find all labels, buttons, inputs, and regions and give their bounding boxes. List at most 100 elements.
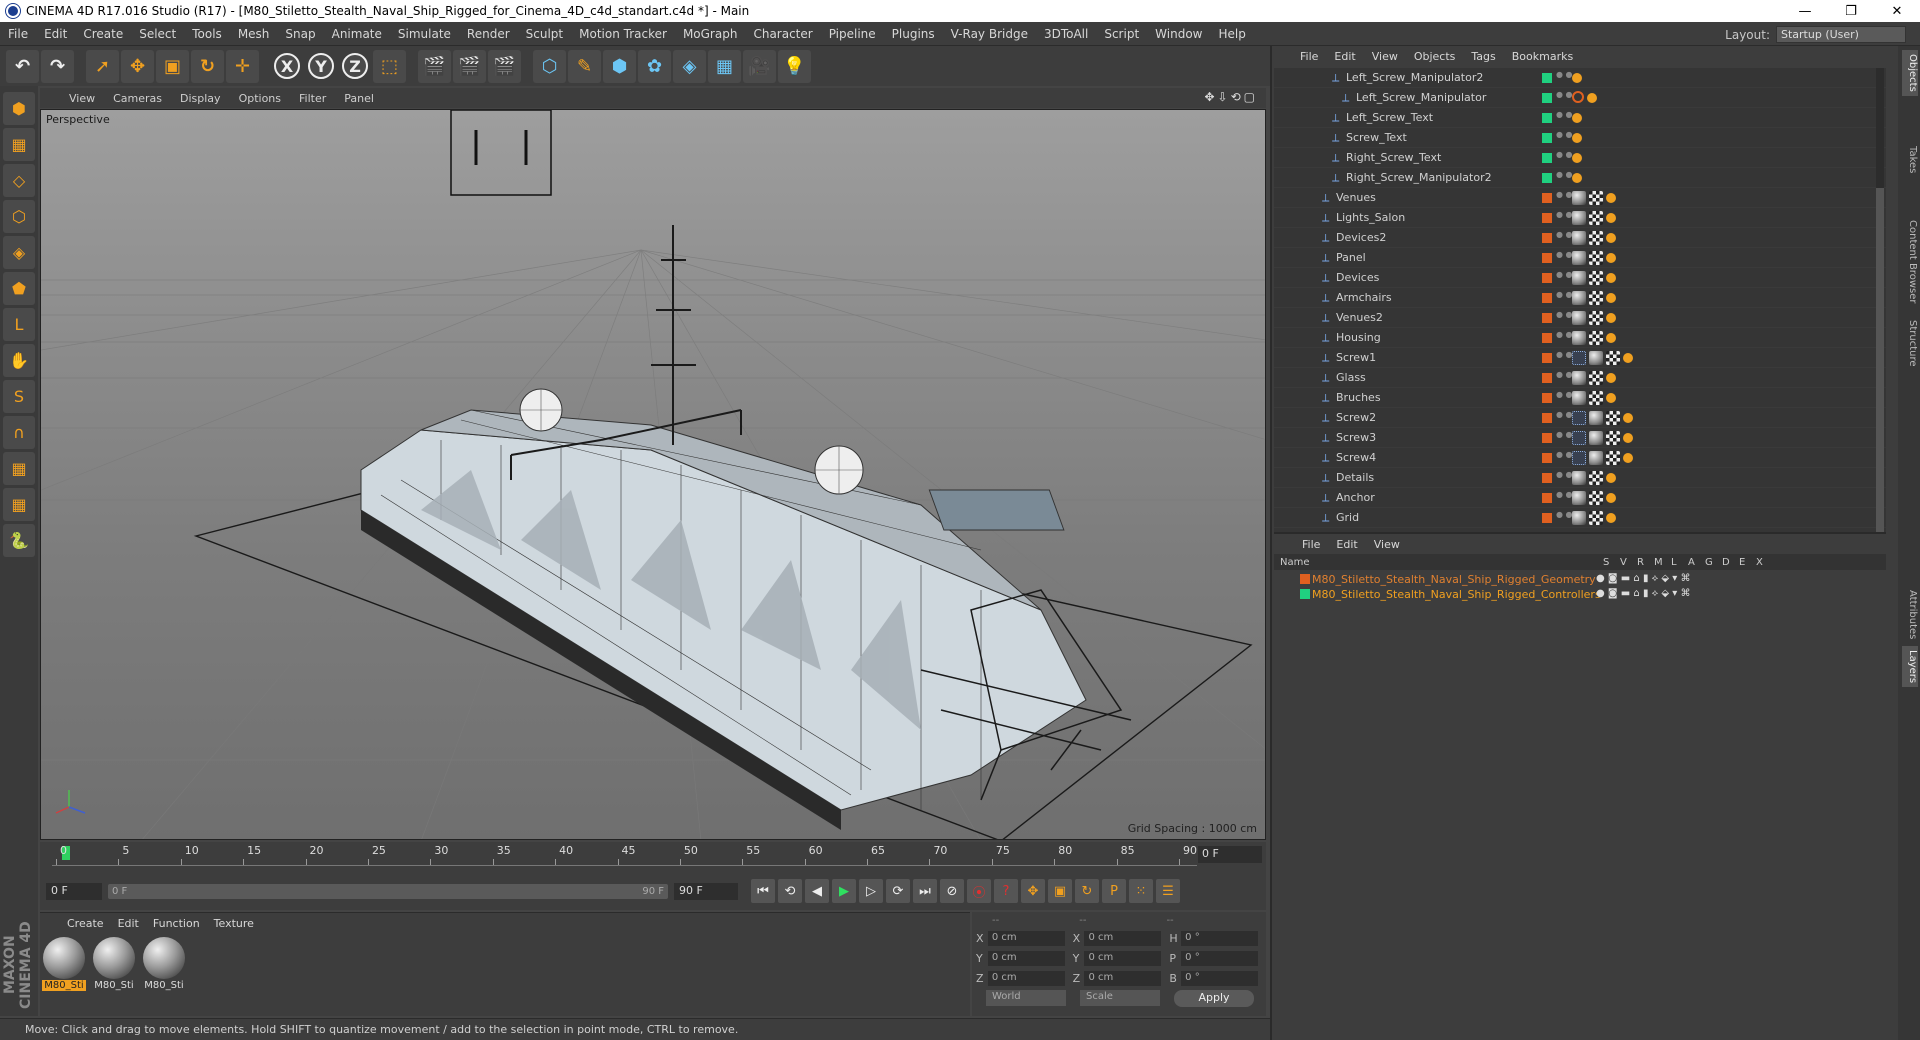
visibility-dots[interactable]: ● ●: [1556, 471, 1573, 479]
menu-snap[interactable]: Snap: [277, 27, 323, 41]
material-item[interactable]: M80_Sti: [92, 937, 136, 991]
ik-tag-icon[interactable]: [1606, 233, 1616, 243]
material-tag-icon[interactable]: [1572, 471, 1586, 485]
light-icon[interactable]: 💡: [778, 49, 811, 83]
visibility-dots[interactable]: ● ●: [1556, 171, 1573, 179]
rotation-field[interactable]: 0 °: [1181, 970, 1259, 986]
object-row[interactable]: ⟂ Right_Screw_Manipulator2 ● ●: [1274, 168, 1886, 188]
layer-color-swatch[interactable]: [1542, 253, 1552, 263]
material-tag-icon[interactable]: [1572, 511, 1586, 525]
object-row[interactable]: ⟂ Left_Screw_Manipulator ● ●: [1274, 88, 1886, 108]
ik-tag-icon[interactable]: [1572, 73, 1582, 83]
object-row[interactable]: ⟂ Lights_Salon ● ●: [1274, 208, 1886, 228]
redo-icon[interactable]: ↷: [41, 49, 74, 83]
texture-tag-icon[interactable]: [1589, 371, 1603, 385]
go-start-icon[interactable]: ⏮: [751, 879, 775, 903]
rotate-key-icon[interactable]: ↻: [1075, 879, 1099, 903]
play-icon[interactable]: ▶: [832, 879, 856, 903]
material-tag-icon[interactable]: [1589, 351, 1603, 365]
side-tab-objects[interactable]: Objects: [1902, 50, 1918, 96]
material-tag-icon[interactable]: [1572, 391, 1586, 405]
layout-dropdown[interactable]: Startup (User): [1776, 26, 1906, 43]
visibility-dots[interactable]: ● ●: [1556, 491, 1573, 499]
x-axis-icon[interactable]: X: [274, 53, 300, 79]
texture-tag-icon[interactable]: [1589, 251, 1603, 265]
object-row[interactable]: ⟂ Anchor ● ●: [1274, 488, 1886, 508]
menu-edit[interactable]: Edit: [36, 27, 75, 41]
axis-icon[interactable]: L: [3, 308, 35, 341]
side-tab-content-browser[interactable]: Content Browser: [1902, 216, 1918, 307]
polygons-mode-icon[interactable]: ⬟: [3, 272, 35, 305]
layer-color-swatch[interactable]: [1542, 453, 1552, 463]
scale-key-icon[interactable]: ▣: [1048, 879, 1072, 903]
ik-tag-icon[interactable]: [1623, 453, 1633, 463]
object-menu-view[interactable]: View: [1364, 50, 1406, 63]
ik-tag-icon[interactable]: [1606, 373, 1616, 383]
material-tag-icon[interactable]: [1572, 211, 1586, 225]
layer-color-swatch[interactable]: [1542, 73, 1552, 83]
menu-3dtoall[interactable]: 3DToAll: [1036, 27, 1096, 41]
material-tag-icon[interactable]: [1572, 231, 1586, 245]
ik-tag-icon[interactable]: [1623, 433, 1633, 443]
selection-tag-icon[interactable]: [1572, 411, 1586, 425]
lock-grid-icon[interactable]: ▦: [3, 452, 35, 485]
texture-tag-icon[interactable]: [1589, 511, 1603, 525]
undo-icon[interactable]: ↶: [6, 49, 39, 83]
menu-tools[interactable]: Tools: [184, 27, 230, 41]
cloner-icon[interactable]: ✿: [638, 49, 671, 83]
texture-tag-icon[interactable]: [1589, 191, 1603, 205]
ik-tag-icon[interactable]: [1606, 273, 1616, 283]
object-row[interactable]: ⟂ Grid ● ●: [1274, 508, 1886, 528]
layer-color-swatch[interactable]: [1542, 193, 1552, 203]
texture-tag-icon[interactable]: [1606, 451, 1620, 465]
move-key-icon[interactable]: ✥: [1021, 879, 1045, 903]
object-scrollbar[interactable]: [1876, 68, 1884, 578]
material-tag-icon[interactable]: [1589, 431, 1603, 445]
layer-color-swatch[interactable]: [1542, 93, 1552, 103]
position-field[interactable]: 0 cm: [987, 930, 1065, 946]
layer-color-swatch[interactable]: [1542, 313, 1552, 323]
layer-color-swatch[interactable]: [1542, 133, 1552, 143]
go-end-icon[interactable]: ⏭: [913, 879, 937, 903]
menu-animate[interactable]: Animate: [324, 27, 390, 41]
material-tag-icon[interactable]: [1572, 331, 1586, 345]
move-icon[interactable]: ✥: [121, 49, 154, 83]
menu-create[interactable]: Create: [75, 27, 131, 41]
object-menu-tags[interactable]: Tags: [1463, 50, 1503, 63]
timeline-icon[interactable]: ☰: [1156, 879, 1180, 903]
menu-plugins[interactable]: Plugins: [884, 27, 943, 41]
texture-tag-icon[interactable]: [1589, 331, 1603, 345]
object-row[interactable]: ⟂ Left_Screw_Manipulator2 ● ●: [1274, 68, 1886, 88]
visibility-dots[interactable]: ● ●: [1556, 131, 1573, 139]
viewport-menu-panel[interactable]: Panel: [335, 92, 383, 105]
layer-name[interactable]: M80_Stiletto_Stealth_Naval_Ship_Rigged_C…: [1312, 588, 1601, 601]
solo-icon[interactable]: ▦: [3, 488, 35, 521]
side-tab-layers[interactable]: Layers: [1902, 646, 1918, 688]
frame-ruler[interactable]: 0 5 10 15 20 25 30 35 40 45 50 55 60 65 70 75 80 85 90: [52, 844, 1197, 866]
layer-row[interactable]: M80_Stiletto_Stealth_Naval_Ship_Rigged_G…: [1274, 572, 1886, 587]
layer-toggles[interactable]: ● ◙ ▬ ⌂ ▮ ⟡ ⬙ ▾ ⌘: [1596, 588, 1690, 599]
autokey-icon[interactable]: ?: [994, 879, 1018, 903]
layer-color-swatch[interactable]: [1542, 273, 1552, 283]
visibility-dots[interactable]: ● ●: [1556, 511, 1573, 519]
layer-color-swatch[interactable]: [1542, 213, 1552, 223]
ik-tag-icon[interactable]: [1606, 493, 1616, 503]
material-tag-icon[interactable]: [1572, 291, 1586, 305]
material-tag-icon[interactable]: [1572, 491, 1586, 505]
ik-tag-icon[interactable]: [1572, 113, 1582, 123]
object-row[interactable]: ⟂ Left_Screw_Text ● ●: [1274, 108, 1886, 128]
position-field[interactable]: 0 cm: [987, 950, 1065, 966]
object-row[interactable]: ⟂ Panel ● ●: [1274, 248, 1886, 268]
layer-color-swatch[interactable]: [1542, 473, 1552, 483]
prev-key-icon[interactable]: ⟲: [778, 879, 802, 903]
ik-tag-icon[interactable]: [1606, 293, 1616, 303]
scale-dropdown[interactable]: Scale: [1080, 990, 1160, 1006]
material-tag-icon[interactable]: [1572, 271, 1586, 285]
close-button[interactable]: ✕: [1874, 0, 1920, 22]
transform-icon[interactable]: ✛: [226, 49, 259, 83]
menu-mograph[interactable]: MoGraph: [675, 27, 746, 41]
tweak-icon[interactable]: ✋: [3, 344, 35, 377]
material-tag-icon[interactable]: [1572, 251, 1586, 265]
visibility-dots[interactable]: ● ●: [1556, 231, 1573, 239]
object-menu-objects[interactable]: Objects: [1406, 50, 1464, 63]
